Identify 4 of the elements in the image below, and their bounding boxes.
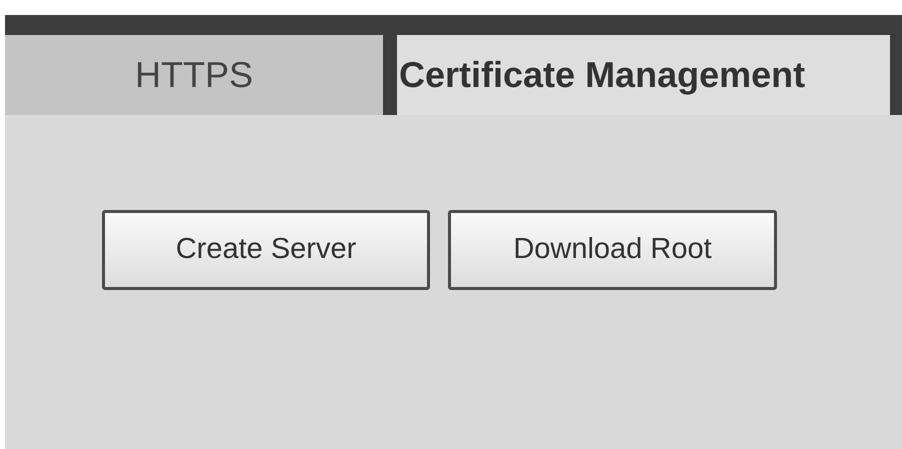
- tab[interactable]: HTTPS: [5, 35, 383, 115]
- tab[interactable]: Certificate Management: [397, 35, 890, 115]
- download-button[interactable]: Download Root: [448, 210, 777, 290]
- create-button[interactable]: Create Server: [102, 210, 430, 290]
